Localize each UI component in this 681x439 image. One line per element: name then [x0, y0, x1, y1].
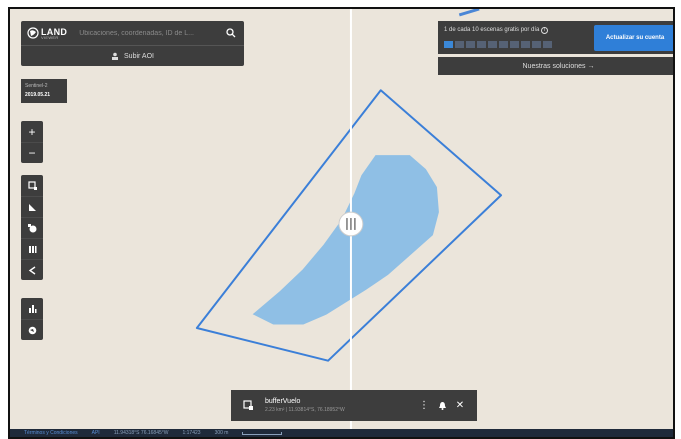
- quota-segment: [532, 41, 541, 48]
- cursor-coordinates: 11.94318°S 76.16845°W: [113, 430, 169, 436]
- time-lapse-icon[interactable]: [21, 217, 43, 238]
- quota-segment: [543, 41, 552, 48]
- map-tools: [21, 175, 43, 280]
- layer-meta: 2.23 km² | 11.93814°S, 76.18952°W: [265, 406, 345, 413]
- map-viewer: LAND VIEWER Ubicaciones, coordenadas, ID…: [8, 7, 675, 439]
- scene-date-badge[interactable]: Sentinel-2 2019.05.21: [21, 79, 67, 103]
- upgrade-account-button[interactable]: Actualizar su cuenta: [594, 25, 673, 51]
- close-icon[interactable]: ✕: [451, 397, 469, 415]
- zoom-controls: + −: [21, 121, 43, 163]
- quota-segment: [488, 41, 497, 48]
- share-icon[interactable]: [21, 259, 43, 280]
- layer-type-icon: [239, 400, 257, 411]
- scene-quota-panel: 1 de cada 10 escenas gratis por día i Ac…: [438, 21, 673, 54]
- scale-ratio: 1:17423: [182, 430, 201, 436]
- quota-segment: [444, 41, 453, 48]
- scale-length: 300 m: [214, 430, 229, 436]
- layer-name: bufferVuelo: [265, 397, 301, 405]
- quota-text: 1 de cada 10 escenas gratis por día i: [444, 27, 549, 34]
- measure-icon[interactable]: [21, 196, 43, 217]
- search-panel: LAND VIEWER Ubicaciones, coordenadas, ID…: [21, 21, 244, 66]
- compare-icon[interactable]: [21, 238, 43, 259]
- scale-bar: [242, 431, 283, 435]
- globe-icon[interactable]: [21, 319, 43, 340]
- our-solutions-button[interactable]: Nuestras soluciones →: [438, 57, 673, 75]
- layer-card: bufferVuelo 2.23 km² | 11.93814°S, 76.18…: [231, 390, 477, 421]
- info-icon[interactable]: i: [541, 27, 549, 34]
- scene-date: 2019.05.21: [25, 92, 51, 98]
- quota-segment: [477, 41, 486, 48]
- search-input[interactable]: Ubicaciones, coordenadas, ID de L...: [79, 30, 224, 37]
- user-upload-icon: [112, 52, 119, 60]
- chart-icon[interactable]: [21, 298, 43, 319]
- zoom-out-icon[interactable]: −: [21, 142, 43, 163]
- search-icon[interactable]: [224, 26, 238, 40]
- terms-link[interactable]: Términos y Condiciones: [24, 430, 78, 436]
- quota-segment: [455, 41, 464, 48]
- compare-slider-handle[interactable]: [338, 211, 364, 237]
- quota-segment: [521, 41, 530, 48]
- api-link[interactable]: API: [92, 430, 100, 436]
- quota-segment: [499, 41, 508, 48]
- upload-aoi-label: Subir AOI: [124, 52, 154, 60]
- aoi-select-icon[interactable]: [21, 175, 43, 196]
- analytics-tools: [21, 298, 43, 340]
- upload-aoi-button[interactable]: Subir AOI: [21, 45, 244, 66]
- quota-progress: [444, 41, 552, 48]
- globe-logo-icon: [27, 27, 39, 39]
- quota-segment: [510, 41, 519, 48]
- satellite-name: Sentinel-2: [25, 83, 48, 89]
- bell-icon[interactable]: [433, 397, 451, 415]
- more-options-icon[interactable]: ⋮: [415, 397, 433, 415]
- quota-segment: [466, 41, 475, 48]
- status-bar: Términos y Condiciones API 11.94318°S 76…: [10, 429, 673, 437]
- zoom-in-icon[interactable]: +: [21, 121, 43, 142]
- app-logo[interactable]: LAND VIEWER: [27, 27, 67, 40]
